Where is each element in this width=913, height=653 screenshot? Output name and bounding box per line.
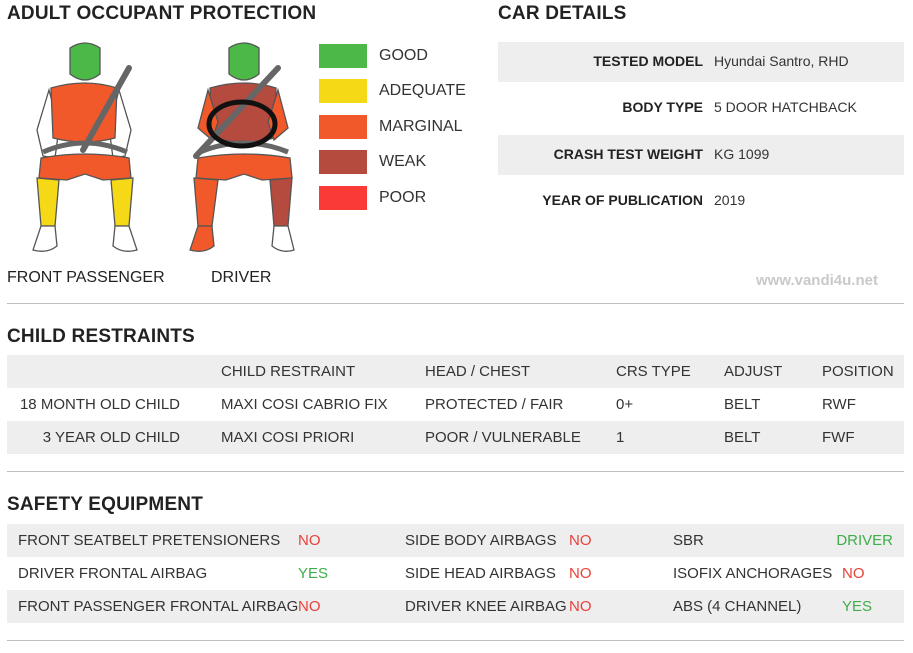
legend-label: GOOD (379, 47, 428, 64)
equipment-value: YES (842, 598, 873, 615)
column-header: HEAD / CHEST (425, 363, 531, 380)
detail-row-body-type: BODY TYPE 5 DOOR HATCHBACK (498, 88, 904, 128)
row-label: 18 MONTH OLD CHILD (19, 396, 180, 413)
section-divider (7, 471, 904, 472)
driver-dummy-figure (189, 42, 295, 252)
driver-thighs (195, 153, 293, 181)
equipment-name: DRIVER KNEE AIRBAG (405, 598, 567, 615)
legend-swatch (319, 79, 367, 103)
cell-adjust: BELT (724, 396, 761, 413)
legend-item-adequate: ADEQUATE (319, 79, 479, 103)
equipment-value: NO (298, 532, 321, 549)
driver-left-lower-leg (193, 177, 219, 227)
equipment-name: SBR (673, 532, 704, 549)
cell-crs-type: 1 (616, 429, 625, 446)
legend-item-marginal: MARGINAL (319, 115, 479, 139)
legend-item-weak: WEAK (319, 150, 479, 174)
cell-crs-type: 0+ (616, 396, 634, 413)
driver-right-foot (271, 225, 295, 252)
equipment-name: SIDE HEAD AIRBAGS (405, 565, 556, 582)
equipment-name: DRIVER FRONTAL AIRBAG (18, 565, 208, 582)
passenger-head (69, 42, 101, 81)
passenger-thighs (38, 153, 132, 181)
driver-right-lower-leg (269, 177, 293, 227)
legend-item-good: GOOD (319, 44, 479, 68)
passenger-left-lower-leg (36, 177, 60, 227)
section-divider (7, 303, 904, 304)
equipment-value: NO (842, 565, 865, 582)
cell-position: FWF (822, 429, 855, 446)
legend-label: WEAK (379, 153, 427, 170)
detail-value: 2019 (714, 192, 746, 208)
detail-value: KG 1099 (714, 146, 770, 162)
legend-label: MARGINAL (379, 118, 463, 135)
driver-head (228, 42, 260, 81)
table-row: 3 YEAR OLD CHILD MAXI COSI PRIORI POOR /… (7, 421, 904, 454)
legend-swatch (319, 150, 367, 174)
passenger-right-foot (112, 225, 138, 252)
detail-row-crash-test-weight: CRASH TEST WEIGHT KG 1099 (498, 135, 904, 175)
equipment-name: FRONT SEATBELT PRETENSIONERS (18, 532, 281, 549)
cell-position: RWF (822, 396, 856, 413)
detail-key: TESTED MODEL (593, 53, 703, 69)
safety-equipment-title: SAFETY EQUIPMENT (7, 494, 204, 515)
legend-swatch (319, 186, 367, 210)
car-details-title: CAR DETAILS (498, 3, 627, 24)
legend-swatch (319, 115, 367, 139)
equipment-value: NO (569, 532, 592, 549)
watermark: www.vandi4u.net (756, 272, 878, 289)
equipment-name: FRONT PASSENGER FRONTAL AIRBAG (18, 598, 299, 615)
equipment-name: SIDE BODY AIRBAGS (405, 532, 557, 549)
detail-value: 5 DOOR HATCHBACK (714, 99, 857, 115)
passenger-left-foot (32, 225, 58, 252)
equipment-value: DRIVER (836, 532, 893, 549)
detail-key: YEAR OF PUBLICATION (542, 192, 703, 208)
front-passenger-label: FRONT PASSENGER (7, 269, 165, 286)
column-header: POSITION (822, 363, 894, 380)
table-header-row: CHILD RESTRAINT HEAD / CHEST CRS TYPE AD… (7, 355, 904, 388)
equipment-value: NO (569, 598, 592, 615)
column-header: CRS TYPE (616, 363, 691, 380)
table-row: 18 MONTH OLD CHILD MAXI COSI CABRIO FIX … (7, 388, 904, 421)
detail-row-year-of-publication: YEAR OF PUBLICATION 2019 (498, 181, 904, 221)
driver-label: DRIVER (211, 269, 272, 286)
detail-key: BODY TYPE (622, 99, 703, 115)
child-restraints-title: CHILD RESTRAINTS (7, 326, 195, 347)
cell-head-chest: POOR / VULNERABLE (425, 429, 581, 446)
cell-head-chest: PROTECTED / FAIR (425, 396, 564, 413)
detail-value: Hyundai Santro, RHD (714, 53, 849, 69)
equipment-value: YES (298, 565, 329, 582)
cell-restraint: MAXI COSI CABRIO FIX (221, 396, 388, 413)
passenger-right-lower-leg (110, 177, 134, 227)
table-row: DRIVER FRONTAL AIRBAG YES SIDE HEAD AIRB… (7, 557, 904, 590)
row-label: 3 YEAR OLD CHILD (42, 429, 180, 446)
equipment-value: NO (298, 598, 321, 615)
equipment-value: NO (569, 565, 592, 582)
cell-restraint: MAXI COSI PRIORI (221, 429, 355, 446)
table-row: FRONT SEATBELT PRETENSIONERS NO SIDE BOD… (7, 524, 904, 557)
detail-key: CRASH TEST WEIGHT (553, 146, 703, 162)
section-divider (7, 640, 904, 641)
front-passenger-dummy-figure (32, 42, 138, 252)
legend-label: POOR (379, 189, 427, 206)
column-header: ADJUST (724, 363, 783, 380)
equipment-name: ISOFIX ANCHORAGES (673, 565, 833, 582)
legend-swatch (319, 44, 367, 68)
adult-occupant-protection-title: ADULT OCCUPANT PROTECTION (7, 3, 317, 24)
cell-adjust: BELT (724, 429, 761, 446)
column-header: CHILD RESTRAINT (221, 363, 356, 380)
legend-label: ADEQUATE (379, 82, 466, 99)
equipment-name: ABS (4 CHANNEL) (673, 598, 802, 615)
legend-item-poor: POOR (319, 186, 479, 210)
detail-row-tested-model: TESTED MODEL Hyundai Santro, RHD (498, 42, 904, 82)
driver-left-foot (189, 225, 215, 252)
table-row: FRONT PASSENGER FRONTAL AIRBAG NO DRIVER… (7, 590, 904, 623)
